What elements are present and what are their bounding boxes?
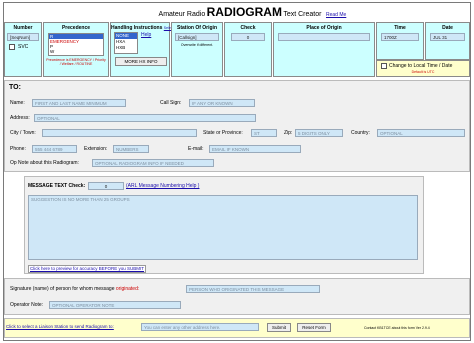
local-time-box: Change to Local Time / Date Default is U… xyxy=(376,60,470,77)
number-input[interactable]: [SeqNum] xyxy=(7,33,39,41)
signature-label-text: Signature (name) of person for whom mess… xyxy=(10,286,115,292)
station-origin-col: Station Of Origin [Callsign] Overwrite i… xyxy=(171,22,223,77)
check-label: Check xyxy=(240,25,256,31)
phone-label: Phone: xyxy=(10,146,26,152)
extension-input[interactable]: NUMBERS xyxy=(113,145,149,153)
local-time-label: Change to Local Time / Date xyxy=(389,63,453,69)
submit-button[interactable]: Submit xyxy=(267,323,291,332)
place-origin-label: Place of Origin xyxy=(306,25,342,31)
extension-label: Extension: xyxy=(84,146,108,152)
signature-label-red: originated: xyxy=(115,286,140,292)
precedence-col: Precedence R EMERGENCY P W Precedence is… xyxy=(43,22,109,77)
handling-help-link[interactable]: Help xyxy=(141,32,151,38)
signature-input[interactable]: PERSON WHO ORIGINATED THIS MESSAGE xyxy=(186,285,320,293)
place-origin-input[interactable] xyxy=(278,33,370,41)
operator-note-label: Operator Note: xyxy=(10,302,44,308)
liaison-email-input[interactable]: You can enter any other address here. xyxy=(141,323,259,331)
phone-input[interactable]: 555 444 6789 xyxy=(32,145,77,153)
date-col: Date JUL 31 xyxy=(425,22,470,60)
zip-input[interactable]: 5 DIGITS ONLY xyxy=(295,129,343,137)
message-label: MESSAGE TEXT Check: xyxy=(28,183,86,189)
precedence-note: Precedence is EMERGENCY / Priority / Wel… xyxy=(46,58,106,66)
email-input[interactable]: EMAIL IF KNOWN xyxy=(209,145,301,153)
title-prefix: Amateur Radio xyxy=(158,11,206,18)
signature-section xyxy=(4,278,470,315)
zip-label: Zip: xyxy=(284,130,293,136)
address-label: Address: xyxy=(10,115,30,121)
time-col: Time 1700Z xyxy=(376,22,424,60)
handling-label: Handling Instructions xyxy=(111,25,163,31)
handling-select[interactable]: NONE HXA HXB xyxy=(114,32,138,54)
country-input[interactable]: OPTIONAL xyxy=(377,129,465,137)
city-label: City / Town: xyxy=(10,130,36,136)
reset-form-button[interactable]: Reset Form xyxy=(297,323,331,332)
arl-help-link[interactable]: (ARL Message Numbering Help ) xyxy=(126,183,199,189)
handling-option-hxb[interactable]: HXB xyxy=(115,45,137,51)
callsign-input[interactable]: IF ANY OR KNOWN xyxy=(189,99,255,107)
name-label: Name: xyxy=(10,100,25,106)
time-input[interactable]: 1700Z xyxy=(381,33,419,41)
state-label: State or Province: xyxy=(203,130,243,136)
station-origin-label: Station Of Origin xyxy=(177,25,217,31)
local-time-checkbox[interactable] xyxy=(381,63,387,69)
title-bar: Amateur Radio RADIOGRAM Text Creator xyxy=(120,5,360,19)
date-label: Date xyxy=(442,25,453,31)
to-section xyxy=(4,80,470,172)
date-input[interactable]: JUL 31 xyxy=(430,33,465,41)
svc-label: SVC xyxy=(18,44,29,50)
message-textarea[interactable]: SUGGESTION IS NO MORE THAN 25 GROUPS xyxy=(28,195,418,260)
number-label: Number xyxy=(13,25,33,31)
opnote-label: Op Note about this Radiogram: xyxy=(10,160,79,166)
time-label: Time xyxy=(394,25,406,31)
country-label: Country: xyxy=(351,130,370,136)
email-label: E-mail: xyxy=(188,146,204,152)
check-col: Check 0 xyxy=(224,22,272,77)
city-input[interactable] xyxy=(42,129,197,137)
station-origin-input[interactable]: [Callsign] xyxy=(175,33,219,41)
address-input[interactable]: OPTIONAL xyxy=(34,114,256,122)
liaison-station-link[interactable]: Click to select a Liaison Station to sen… xyxy=(6,324,114,329)
name-input[interactable]: FIRST AND LAST NAME MINIMUM xyxy=(32,99,126,107)
read-me-link[interactable]: Read Me xyxy=(326,12,346,18)
precedence-option-w[interactable]: W xyxy=(49,49,103,54)
precedence-select[interactable]: R EMERGENCY P W xyxy=(48,33,104,56)
preview-link[interactable]: Click here to preview for accuracy BEFOR… xyxy=(28,265,147,273)
more-hx-info-button[interactable]: MORE HX INFO xyxy=(115,57,167,66)
to-heading: TO: xyxy=(9,84,21,91)
handling-col: Handling Instructions Select NONE HXA HX… xyxy=(110,22,174,77)
svc-checkbox[interactable] xyxy=(9,44,15,50)
credit-text: Contact KB1TCE about this form Ver 2.9.4 xyxy=(364,326,430,330)
number-col: Number [SeqNum] SVC xyxy=(4,22,42,77)
local-time-note: Default is UTC xyxy=(411,70,435,74)
title-suffix: Text Creator xyxy=(283,11,322,18)
page-title: RADIOGRAM xyxy=(206,5,282,19)
opnote-input[interactable]: OPTIONAL RADIOGRAM INFO IF NEEDED xyxy=(92,159,214,167)
place-origin-col: Place of Origin xyxy=(273,22,375,77)
station-origin-note: Overwrite if different. xyxy=(180,43,214,47)
signature-label: Signature (name) of person for whom mess… xyxy=(10,286,139,292)
precedence-label: Precedence xyxy=(61,25,91,31)
callsign-label: Call Sign: xyxy=(160,100,182,106)
state-input[interactable]: ST xyxy=(251,129,277,137)
operator-note-input[interactable]: OPTIONAL OPERATOR NOTE xyxy=(49,301,181,309)
check-input[interactable]: 0 xyxy=(231,33,265,41)
message-check-input[interactable]: 0 xyxy=(88,182,124,190)
